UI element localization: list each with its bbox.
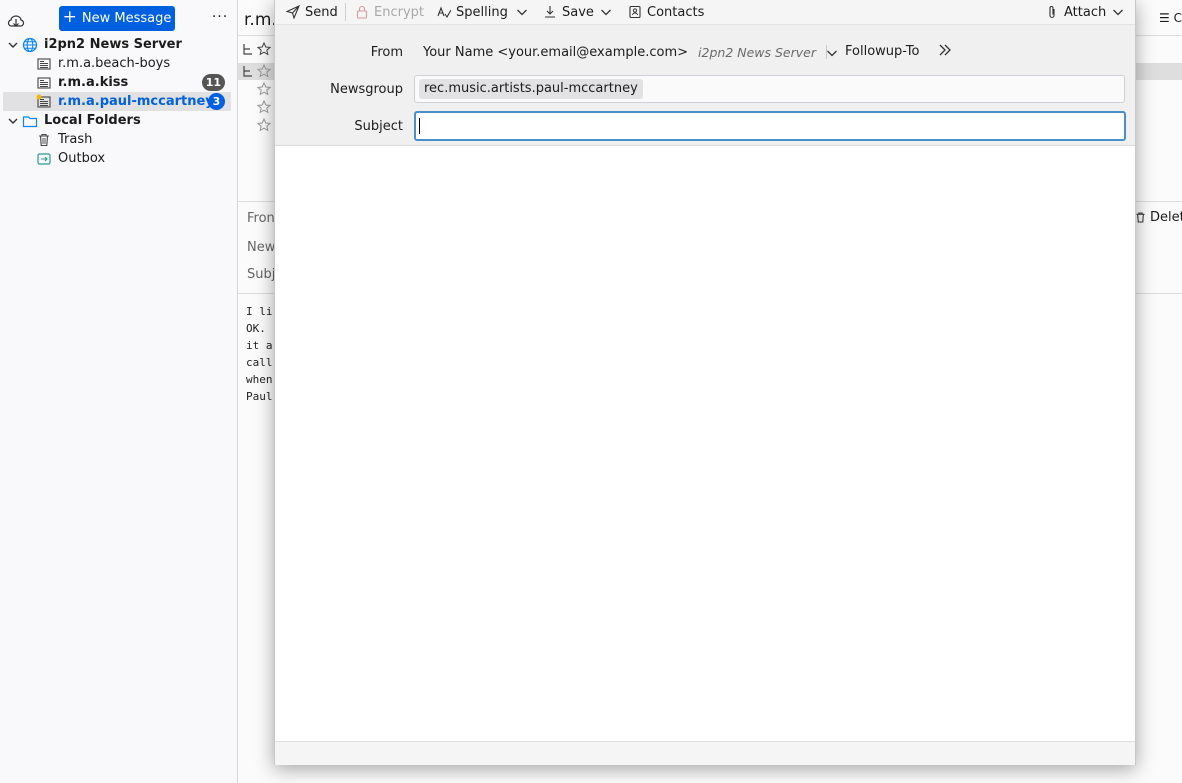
from-identity-name: i2pn2 News Server	[698, 45, 816, 60]
save-button[interactable]: Save	[543, 0, 594, 24]
newsgroup-field[interactable]: rec.music.artists.paul-mccartney	[414, 75, 1125, 103]
send-icon	[286, 5, 300, 19]
status-bar	[275, 741, 1135, 765]
folder-label: r.m.a.kiss	[58, 75, 129, 90]
contacts-button[interactable]: Contacts	[628, 0, 704, 24]
star-column-icon[interactable]	[257, 42, 271, 56]
save-dropdown-button[interactable]	[599, 0, 613, 24]
subject-input[interactable]	[414, 111, 1126, 141]
outbox-icon	[37, 152, 51, 165]
thread-icon	[243, 66, 252, 77]
followup-to-button[interactable]: Followup-To	[845, 44, 919, 59]
compose-window: Send Encrypt Spelling Save Contacts Atta…	[274, 0, 1136, 765]
compose-headers: From Your Name <your.email@example.com> …	[275, 25, 1135, 146]
toolbar-separator	[345, 3, 346, 21]
address-book-icon	[629, 5, 641, 19]
spelling-button[interactable]: Spelling	[437, 0, 508, 24]
account-news-server[interactable]: i2pn2 News Server	[3, 35, 231, 54]
account-label: i2pn2 News Server	[44, 37, 182, 52]
newsgroup-label: Newsgroup	[330, 82, 403, 97]
folder-label: Outbox	[58, 151, 106, 166]
chevron-down-icon	[601, 9, 611, 16]
get-messages-icon[interactable]	[7, 11, 25, 29]
newsgroup-new-icon	[36, 94, 51, 108]
header-label-newsgroups: New	[247, 240, 276, 255]
from-identity-select[interactable]: Your Name <your.email@example.com> i2pn2…	[423, 45, 838, 60]
globe-icon	[22, 37, 38, 52]
folder-label: Trash	[58, 132, 93, 147]
folder-icon	[22, 115, 38, 127]
account-label: Local Folders	[44, 113, 141, 128]
header-label-from: Fron	[247, 211, 275, 226]
spell-check-icon	[437, 6, 451, 19]
folder-title: r.m.	[244, 10, 277, 30]
folder-pane-menu-button[interactable]: ···	[211, 9, 229, 27]
folder-item-paul-mccartney[interactable]: r.m.a.paul-mccartney 3	[3, 92, 231, 111]
delete-button[interactable]: Delet	[1134, 210, 1182, 225]
account-local-folders[interactable]: Local Folders	[3, 111, 231, 130]
chevron-down-icon	[517, 9, 527, 16]
from-label: From	[370, 45, 403, 60]
trash-icon	[39, 133, 49, 146]
chevron-down-icon	[1113, 9, 1123, 16]
folder-item-trash[interactable]: Trash	[3, 130, 231, 149]
from-value: Your Name <your.email@example.com>	[423, 45, 689, 60]
encrypt-lock-icon	[356, 5, 368, 19]
star-icon[interactable]	[257, 100, 271, 114]
header-label-subject: Subj	[247, 267, 276, 282]
star-icon[interactable]	[257, 64, 271, 78]
thread-icon[interactable]	[241, 43, 254, 56]
compose-toolbar: Send Encrypt Spelling Save Contacts Atta…	[275, 0, 1135, 25]
attach-dropdown-button[interactable]	[1111, 0, 1125, 24]
text-caret	[419, 118, 420, 134]
message-body-editor[interactable]	[275, 146, 1135, 740]
folder-label: r.m.a.paul-mccartney	[58, 94, 214, 109]
newsgroup-pill[interactable]: rec.music.artists.paul-mccartney	[419, 79, 643, 99]
star-icon[interactable]	[257, 118, 271, 132]
send-button[interactable]: Send	[286, 0, 338, 24]
chevron-down-icon	[827, 50, 837, 56]
subject-label: Subject	[354, 119, 403, 134]
new-message-button[interactable]: + New Message	[59, 6, 175, 31]
attach-button[interactable]: Attach	[1045, 0, 1106, 24]
chevron-down-icon[interactable]	[6, 38, 20, 52]
encrypt-button[interactable]: Encrypt	[355, 0, 424, 24]
folder-item-kiss[interactable]: r.m.a.kiss 11	[3, 73, 231, 92]
folder-item-outbox[interactable]: Outbox	[3, 149, 231, 168]
new-message-label: New Message	[81, 11, 172, 26]
save-download-icon	[545, 6, 555, 18]
unread-count-badge: 3	[208, 93, 225, 110]
divider	[826, 45, 827, 59]
chevron-down-icon[interactable]	[6, 114, 20, 128]
folder-label: r.m.a.beach-boys	[58, 56, 171, 71]
folder-pane: + New Message ··· i2pn2 News Server r.m.…	[0, 0, 238, 783]
folder-item-beach-boys[interactable]: r.m.a.beach-boys	[3, 54, 231, 73]
sliders-icon: ☰	[1159, 11, 1174, 25]
spelling-dropdown-button[interactable]	[515, 0, 529, 24]
message-body-preview: I li OK. it a call when Paul	[246, 305, 273, 403]
newsgroup-icon	[37, 57, 51, 70]
star-icon[interactable]	[257, 82, 271, 96]
paperclip-icon	[1049, 6, 1055, 19]
plus-icon: +	[62, 7, 77, 27]
unread-count-badge: 11	[201, 74, 225, 91]
double-chevron-right-icon[interactable]	[937, 42, 953, 58]
newsgroup-icon	[37, 76, 51, 89]
view-options-button[interactable]: ☰ C	[1159, 11, 1182, 25]
